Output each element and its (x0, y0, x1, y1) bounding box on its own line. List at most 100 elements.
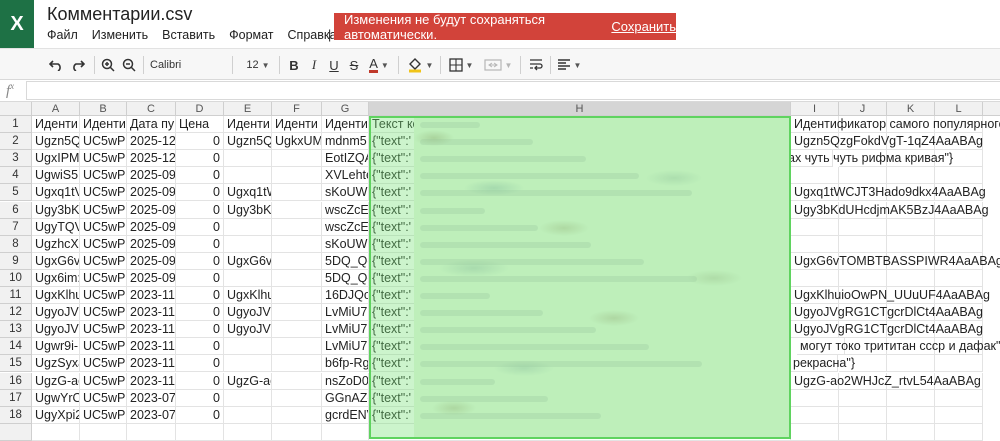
column-header-d[interactable]: D (176, 102, 224, 116)
zoom-in-icon[interactable] (98, 55, 118, 75)
table-cell[interactable] (839, 269, 887, 287)
menu-file[interactable]: Файл (40, 26, 85, 44)
table-cell[interactable]: 16DJQo (322, 287, 369, 305)
table-cell[interactable] (127, 423, 176, 441)
table-cell[interactable]: UgzhcXt (32, 235, 80, 253)
table-cell[interactable] (935, 355, 983, 373)
table-cell[interactable]: 0 (176, 133, 224, 151)
table-cell[interactable]: 0 (176, 406, 224, 424)
table-cell[interactable]: Иденти (32, 116, 80, 134)
table-cell[interactable]: Ugx6im: (32, 269, 80, 287)
table-cell[interactable]: LvMiU7l (322, 338, 369, 356)
table-cell[interactable]: 0 (176, 287, 224, 305)
table-cell[interactable] (935, 218, 983, 236)
table-cell[interactable] (32, 423, 80, 441)
table-cell[interactable]: UgyXpi2 (32, 406, 80, 424)
table-cell[interactable] (322, 423, 369, 441)
table-cell[interactable] (839, 167, 887, 185)
table-cell[interactable]: UC5wPu (80, 150, 127, 168)
table-cell[interactable]: Цена (176, 116, 224, 134)
table-cell[interactable]: UC5wPu (80, 338, 127, 356)
table-cell[interactable]: UgzG-ao2WHJcZ_rtvL54AaABAg (791, 372, 981, 390)
table-cell[interactable]: 2025-12 (127, 133, 176, 151)
document-title[interactable]: Комментарии.csv (47, 4, 192, 25)
table-cell[interactable]: UgyoJVgRG1CTgcrDlCt4AaABAg (791, 321, 983, 339)
row-header[interactable]: 2 (0, 133, 32, 151)
table-cell[interactable] (887, 218, 935, 236)
table-cell[interactable]: nsZoD0l (322, 372, 369, 390)
align-left-icon[interactable]: ▼ (555, 55, 583, 75)
table-cell[interactable]: UC5wPu (80, 406, 127, 424)
table-cell[interactable] (224, 406, 272, 424)
table-cell[interactable]: UgxKlhu (32, 287, 80, 305)
table-cell[interactable]: 0 (176, 218, 224, 236)
table-cell[interactable]: UgxKlhuioOwPN_ (224, 287, 272, 305)
table-cell[interactable]: UgzG-ao2WHJcZ_ (224, 372, 272, 390)
table-cell[interactable]: UC5wPu (80, 252, 127, 270)
table-cell[interactable]: 2025-09 (127, 201, 176, 219)
table-cell[interactable]: Иденти (80, 116, 127, 134)
table-cell[interactable] (791, 269, 839, 287)
table-cell[interactable]: Дата пу (127, 116, 176, 134)
row-header[interactable]: 1 (0, 116, 32, 134)
table-cell[interactable]: UC5wPu (80, 389, 127, 407)
table-cell[interactable] (80, 423, 127, 441)
table-cell[interactable] (272, 304, 322, 322)
column-header-extra[interactable] (983, 102, 1000, 116)
table-cell[interactable]: 2025-09 (127, 167, 176, 185)
table-cell[interactable]: UgxG6v (32, 252, 80, 270)
table-cell[interactable] (272, 150, 322, 168)
table-cell[interactable] (935, 389, 983, 407)
table-cell[interactable]: 2023-11 (127, 372, 176, 390)
table-cell[interactable] (887, 389, 935, 407)
select-all-corner[interactable] (0, 102, 32, 116)
table-cell[interactable]: UgyTQV (32, 218, 80, 236)
table-cell[interactable] (272, 252, 322, 270)
table-cell[interactable]: Ugxq1tWCJT3Hac (224, 184, 272, 202)
table-cell[interactable]: UgyoJVg (32, 321, 80, 339)
table-cell[interactable]: UC5wPu (80, 167, 127, 185)
table-cell[interactable]: 0 (176, 321, 224, 339)
table-cell[interactable] (176, 423, 224, 441)
row-header[interactable]: 10 (0, 269, 32, 287)
table-cell[interactable] (224, 235, 272, 253)
table-cell[interactable]: 0 (176, 150, 224, 168)
table-cell[interactable]: Ugy3bK (32, 201, 80, 219)
font-color-button[interactable]: A ▼ (365, 55, 393, 75)
table-cell[interactable]: 2023-11 (127, 321, 176, 339)
table-cell[interactable]: UC5wPu (80, 355, 127, 373)
table-cell[interactable] (839, 235, 887, 253)
column-header-l[interactable]: L (935, 102, 983, 116)
redo-icon[interactable] (68, 55, 88, 75)
row-header[interactable]: 16 (0, 372, 32, 390)
table-cell[interactable]: 2025-09 (127, 252, 176, 270)
table-cell[interactable]: UgxG6vTOMBTBA (224, 252, 272, 270)
table-cell[interactable]: UgxIPM (32, 150, 80, 168)
table-cell[interactable]: 2025-12 (127, 150, 176, 168)
table-cell[interactable] (839, 218, 887, 236)
table-cell[interactable]: UC5wPu (80, 269, 127, 287)
table-cell[interactable] (224, 218, 272, 236)
row-header[interactable]: 6 (0, 201, 32, 219)
table-cell[interactable] (272, 269, 322, 287)
table-cell[interactable] (272, 338, 322, 356)
table-cell[interactable] (887, 355, 935, 373)
table-cell[interactable]: UgyoJVgRG1CTgcr (224, 321, 272, 339)
table-cell[interactable]: 2023-11 (127, 338, 176, 356)
table-cell[interactable] (935, 167, 983, 185)
table-cell[interactable]: 5DQ_Qc (322, 252, 369, 270)
table-cell[interactable] (935, 406, 983, 424)
table-cell[interactable]: 2023-11 (127, 355, 176, 373)
column-header-k[interactable]: K (887, 102, 935, 116)
table-cell[interactable]: UgwYrO (32, 389, 80, 407)
strikethrough-button[interactable]: S (345, 55, 363, 75)
table-cell[interactable] (791, 389, 839, 407)
formula-input[interactable] (26, 81, 1000, 100)
table-cell[interactable] (839, 406, 887, 424)
fill-color-icon[interactable]: ▼ (406, 55, 434, 75)
row-header[interactable]: 14 (0, 338, 32, 356)
table-cell[interactable]: 2023-11 (127, 304, 176, 322)
table-cell[interactable]: 0 (176, 389, 224, 407)
table-cell[interactable]: UC5wPu (80, 321, 127, 339)
table-cell[interactable] (272, 218, 322, 236)
